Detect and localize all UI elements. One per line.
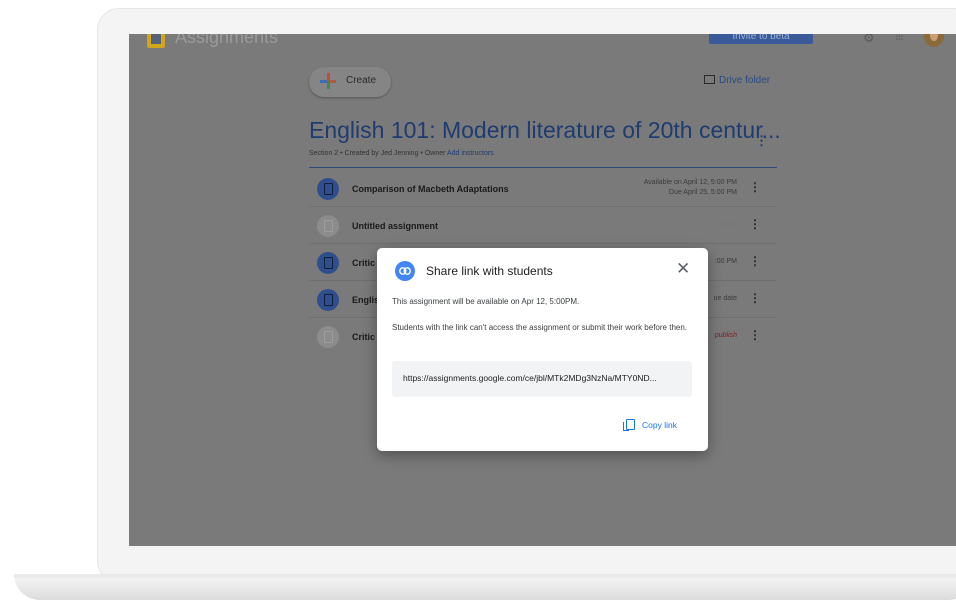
app-title: Assignments bbox=[175, 34, 279, 47]
apps-grid-icon[interactable]: ⁝⁝⁝ bbox=[895, 34, 903, 43]
assignment-title: Critic bbox=[352, 332, 376, 342]
create-button[interactable]: Create bbox=[309, 67, 391, 97]
close-icon[interactable]: ✕ bbox=[676, 260, 690, 277]
assignment-status-line2: Due April 25, 5:00 PM bbox=[668, 189, 737, 196]
top-bar: Assignments Invite to beta ⚙ ⁝⁝⁝ bbox=[129, 34, 956, 54]
meta-section: Section 2 bbox=[309, 150, 339, 157]
assignment-icon bbox=[317, 289, 339, 311]
copy-link-label: Copy link bbox=[642, 420, 677, 430]
course-kebab-menu-icon[interactable]: ⋮ bbox=[755, 133, 768, 149]
add-instructors-link[interactable]: Add instructors bbox=[447, 150, 494, 157]
folder-icon bbox=[704, 75, 715, 84]
assignment-status: ue date bbox=[713, 295, 737, 302]
meta-created: Created by Jed Jenning bbox=[344, 150, 419, 157]
share-link-field[interactable]: https://assignments.google.com/ce/jbl/MT… bbox=[392, 361, 692, 397]
assignment-title: Englis bbox=[352, 295, 380, 305]
assignment-status: Draft bbox=[721, 221, 737, 228]
assignment-status: :00 PM bbox=[714, 258, 737, 265]
kebab-menu-icon[interactable]: ⋮ bbox=[749, 217, 761, 231]
assignment-icon bbox=[317, 252, 339, 274]
copy-link-button[interactable]: Copy link bbox=[623, 419, 677, 431]
assignment-title: Untitled assignment bbox=[352, 221, 439, 231]
assignment-status: Available on April 12, 5:00 PM Due April … bbox=[644, 178, 737, 198]
copy-icon bbox=[623, 419, 635, 431]
availability-text: This assignment will be available on Apr… bbox=[392, 297, 580, 306]
assignment-row[interactable]: Untitled assignment Draft ⋮ bbox=[309, 207, 777, 244]
divider bbox=[309, 167, 777, 168]
share-link-dialog: Share link with students ✕ This assignme… bbox=[377, 248, 708, 451]
assignment-title: Critic bbox=[352, 258, 376, 268]
assignment-icon bbox=[317, 178, 339, 200]
assignment-title: Comparison of Macbeth Adaptations bbox=[352, 184, 509, 194]
kebab-menu-icon[interactable]: ⋮ bbox=[749, 180, 761, 194]
drive-folder-label: Drive folder bbox=[719, 75, 771, 86]
invite-button[interactable]: Invite to beta bbox=[709, 34, 813, 44]
course-title: English 101: Modern literature of 20th c… bbox=[309, 117, 781, 143]
drive-folder-link[interactable]: Drive folder bbox=[704, 75, 770, 86]
assignment-status: publish bbox=[714, 332, 737, 339]
avatar[interactable] bbox=[924, 34, 944, 47]
screen: Assignments Invite to beta ⚙ ⁝⁝⁝ Create … bbox=[129, 34, 956, 546]
assignments-logo-icon bbox=[147, 34, 165, 48]
meta-owner: Owner bbox=[424, 150, 446, 157]
plus-icon bbox=[320, 73, 336, 89]
access-note: Students with the link can't access the … bbox=[392, 323, 688, 332]
assignment-icon bbox=[317, 215, 339, 237]
kebab-menu-icon[interactable]: ⋮ bbox=[749, 328, 761, 342]
kebab-menu-icon[interactable]: ⋮ bbox=[749, 291, 761, 305]
share-link-text: https://assignments.google.com/ce/jbl/MT… bbox=[403, 373, 657, 383]
gear-icon[interactable]: ⚙ bbox=[863, 34, 875, 46]
laptop-base-lip bbox=[14, 574, 956, 578]
link-icon bbox=[395, 261, 415, 281]
assignment-row[interactable]: Comparison of Macbeth Adaptations Availa… bbox=[309, 170, 777, 207]
dialog-title: Share link with students bbox=[426, 264, 553, 278]
assignment-status-line1: Available on April 12, 5:00 PM bbox=[643, 179, 737, 186]
kebab-menu-icon[interactable]: ⋮ bbox=[749, 254, 761, 268]
create-label: Create bbox=[346, 75, 377, 86]
assignment-icon bbox=[317, 326, 339, 348]
course-meta: Section 2 • Created by Jed Jenning • Own… bbox=[309, 150, 494, 157]
